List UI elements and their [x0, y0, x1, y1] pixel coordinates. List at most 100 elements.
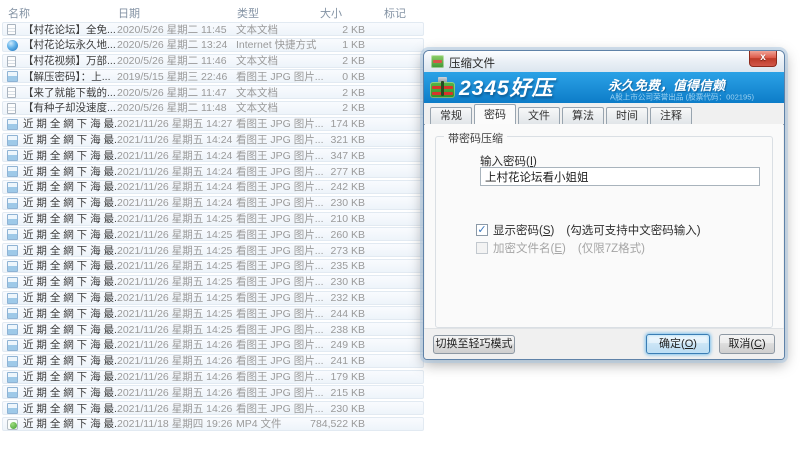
- jpg-image-icon: [7, 293, 18, 304]
- encrypt-names-hint: (仅限7Z格式): [578, 240, 645, 256]
- encrypt-names-label: 加密文件名(E): [493, 240, 566, 256]
- file-list-panel: 名称 日期 类型 大小 标记 【村花论坛】全免...2020/5/26 星期二 …: [0, 0, 426, 433]
- cancel-button[interactable]: 取消(C): [719, 334, 775, 354]
- column-header-mark[interactable]: 标记: [384, 5, 406, 21]
- table-row[interactable]: 近 期 全 網 下 海 最...2021/11/26 星期五 14:25看图王 …: [2, 275, 424, 289]
- jpg-image-icon: [7, 150, 18, 161]
- table-row[interactable]: 近 期 全 網 下 海 最...2021/11/26 星期五 14:27看图王 …: [2, 117, 424, 131]
- column-header-name[interactable]: 名称: [8, 5, 30, 21]
- file-date: 2021/11/26 星期五 14:24: [117, 197, 237, 209]
- table-row[interactable]: 近 期 全 網 下 海 最...2021/11/26 星期五 14:24看图王 …: [2, 164, 424, 178]
- table-row[interactable]: 近 期 全 網 下 海 最...2021/11/26 星期五 14:26看图王 …: [2, 370, 424, 384]
- jpg-image-icon: [7, 372, 18, 383]
- jpg-image-icon: [7, 71, 18, 82]
- file-date: 2021/11/26 星期五 14:24: [117, 150, 237, 162]
- file-name: 近 期 全 網 下 海 最...: [23, 197, 119, 209]
- column-header-date[interactable]: 日期: [118, 5, 140, 21]
- dialog-titlebar[interactable]: 压缩文件 x: [424, 51, 784, 72]
- tab-算法[interactable]: 算法: [562, 107, 604, 124]
- table-row[interactable]: 近 期 全 網 下 海 最...2021/11/26 星期五 14:24看图王 …: [2, 148, 424, 162]
- table-row[interactable]: 近 期 全 網 下 海 最...2021/11/26 星期五 14:25看图王 …: [2, 322, 424, 336]
- column-header-size[interactable]: 大小: [320, 5, 342, 21]
- file-size: 2 KB: [301, 87, 365, 99]
- table-row[interactable]: 近 期 全 網 下 海 最...2021/11/26 星期五 14:25看图王 …: [2, 291, 424, 305]
- file-size: 784,522 KB: [301, 418, 365, 430]
- show-password-label[interactable]: 显示密码(S): [493, 222, 554, 238]
- table-row[interactable]: 【有种子却没速度...2020/5/26 星期二 11:48文本文档2 KB: [2, 101, 424, 115]
- table-row[interactable]: 【解压密码】：上...2019/5/15 星期三 22:46看图王 JPG 图片…: [2, 69, 424, 83]
- table-row[interactable]: 近 期 全 網 下 海 最...2021/11/26 星期五 14:25看图王 …: [2, 306, 424, 320]
- table-row[interactable]: 近 期 全 網 下 海 最...2021/11/26 星期五 14:25看图王 …: [2, 243, 424, 257]
- tab-文件[interactable]: 文件: [518, 107, 560, 124]
- switch-mode-button[interactable]: 切换至轻巧模式: [433, 335, 515, 354]
- show-password-row: ✓ 显示密码(S) (勾选可支持中文密码输入): [476, 222, 701, 238]
- file-size: 2 KB: [301, 55, 365, 67]
- file-size: 238 KB: [301, 324, 365, 336]
- tab-时间[interactable]: 时间: [606, 107, 648, 124]
- table-row[interactable]: 近 期 全 網 下 海 最...2021/11/26 星期五 14:24看图王 …: [2, 196, 424, 210]
- table-row[interactable]: 近 期 全 網 下 海 最...2021/11/26 星期五 14:25看图王 …: [2, 259, 424, 273]
- table-row[interactable]: 近 期 全 網 下 海 最...2021/11/26 星期五 14:26看图王 …: [2, 401, 424, 415]
- text-file-icon: [7, 24, 16, 35]
- table-row[interactable]: 近 期 全 網 下 海 最...2021/11/26 星期五 14:26看图王 …: [2, 385, 424, 399]
- file-size: 242 KB: [301, 181, 365, 193]
- file-name: 【解压密码】：上...: [23, 71, 119, 83]
- tab-注释[interactable]: 注释: [650, 107, 692, 124]
- close-button[interactable]: x: [749, 51, 777, 67]
- dialog-tabs: 常规密码文件算法时间注释: [424, 104, 784, 125]
- file-size: 2 KB: [301, 102, 365, 114]
- file-name: 近 期 全 網 下 海 最...: [23, 418, 119, 430]
- file-date: 2021/11/26 星期五 14:26: [117, 371, 237, 383]
- file-date: 2020/5/26 星期二 11:46: [117, 55, 237, 67]
- table-row[interactable]: 近 期 全 網 下 海 最...2021/11/26 星期五 14:24看图王 …: [2, 133, 424, 147]
- file-name: 近 期 全 網 下 海 最...: [23, 118, 119, 130]
- table-row[interactable]: 【村花视频】万部...2020/5/26 星期二 11:46文本文档2 KB: [2, 54, 424, 68]
- compress-file-dialog: 压缩文件 x 2345好压 永久免费，值得信赖 A股上市公司荣誉出品 (股票代码…: [423, 50, 785, 360]
- file-date: 2020/5/26 星期二 11:48: [117, 102, 237, 114]
- text-file-icon: [7, 87, 16, 98]
- groupbox-title: 带密码压缩: [444, 130, 507, 146]
- show-password-checkbox[interactable]: ✓: [476, 224, 488, 236]
- file-name: 近 期 全 網 下 海 最...: [23, 134, 119, 146]
- table-row[interactable]: 【村花论坛永久地...2020/5/26 星期二 13:24Internet 快…: [2, 38, 424, 52]
- table-row[interactable]: 近 期 全 網 下 海 最...2021/11/26 星期五 14:26看图王 …: [2, 338, 424, 352]
- jpg-image-icon: [7, 229, 18, 240]
- file-size: 241 KB: [301, 355, 365, 367]
- encrypt-names-row: 加密文件名(E) (仅限7Z格式): [476, 240, 645, 256]
- tab-常规[interactable]: 常规: [430, 107, 472, 124]
- jpg-image-icon: [7, 387, 18, 398]
- file-name: 【村花论坛永久地...: [23, 39, 119, 51]
- table-row[interactable]: 近 期 全 網 下 海 最...2021/11/26 星期五 14:24看图王 …: [2, 180, 424, 194]
- file-date: 2021/11/26 星期五 14:25: [117, 260, 237, 272]
- table-row[interactable]: 近 期 全 網 下 海 最...2021/11/26 星期五 14:25看图王 …: [2, 212, 424, 226]
- table-row[interactable]: 近 期 全 網 下 海 最...2021/11/26 星期五 14:25看图王 …: [2, 227, 424, 241]
- file-size: 230 KB: [301, 197, 365, 209]
- brand-subline: A股上市公司荣誉出品 (股票代码：002195): [610, 92, 754, 102]
- tab-密码[interactable]: 密码: [474, 104, 516, 124]
- table-row[interactable]: 近 期 全 網 下 海 最...2021/11/26 星期五 14:26看图王 …: [2, 354, 424, 368]
- table-row[interactable]: 【来了就能下载的...2020/5/26 星期二 11:47文本文档2 KB: [2, 85, 424, 99]
- text-file-icon: [7, 56, 16, 67]
- file-date: 2021/11/26 星期五 14:25: [117, 213, 237, 225]
- file-date: 2021/11/26 星期五 14:24: [117, 166, 237, 178]
- jpg-image-icon: [7, 324, 18, 335]
- column-header-type[interactable]: 类型: [237, 5, 259, 21]
- password-groupbox: 带密码压缩 输入密码(I) ✓ 显示密码(S) (勾选可支持中文密码输入) 加密…: [435, 136, 773, 328]
- password-input[interactable]: [480, 167, 760, 186]
- jpg-image-icon: [7, 277, 18, 288]
- jpg-image-icon: [7, 214, 18, 225]
- file-name: 近 期 全 網 下 海 最...: [23, 324, 119, 336]
- dialog-footer: 切换至轻巧模式 确定(O) 取消(C): [424, 328, 784, 359]
- text-file-icon: [7, 103, 16, 114]
- file-date: 2021/11/26 星期五 14:26: [117, 387, 237, 399]
- table-row[interactable]: 近 期 全 網 下 海 最...2021/11/18 星期四 19:26MP4 …: [2, 417, 424, 431]
- file-name: 近 期 全 網 下 海 最...: [23, 308, 119, 320]
- haozip-clamp-icon: [430, 77, 455, 98]
- ok-button[interactable]: 确定(O): [646, 334, 710, 354]
- file-size: 0 KB: [301, 71, 365, 83]
- table-row[interactable]: 【村花论坛】全免...2020/5/26 星期二 11:45文本文档2 KB: [2, 22, 424, 36]
- jpg-image-icon: [7, 340, 18, 351]
- jpg-image-icon: [7, 182, 18, 193]
- file-name: 【村花论坛】全免...: [23, 24, 119, 36]
- file-size: 210 KB: [301, 213, 365, 225]
